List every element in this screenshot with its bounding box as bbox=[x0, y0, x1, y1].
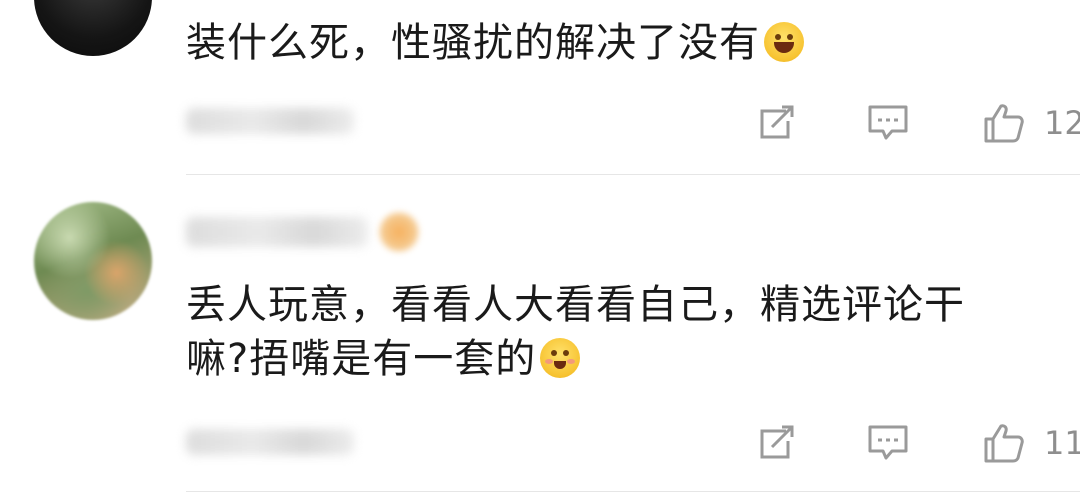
grinning-face-emoji bbox=[764, 22, 804, 62]
comment-timestamp-blurred bbox=[186, 108, 354, 134]
author-name-blurred bbox=[186, 217, 368, 247]
comment-timestamp-blurred bbox=[186, 429, 354, 455]
comment-actions: 12 bbox=[660, 103, 1080, 143]
comment-text: 装什么死，性骚扰的解决了没有 bbox=[186, 16, 804, 70]
comment-text-line2: 嘛?捂嘴是有一套的 bbox=[186, 336, 537, 382]
share-edit-icon[interactable] bbox=[754, 103, 798, 143]
comment-item: 丢人玩意，看看人大看看自己，精选评论干 嘛?捂嘴是有一套的 11 bbox=[0, 175, 1080, 499]
like-count: 11 bbox=[1044, 424, 1080, 462]
share-edit-icon[interactable] bbox=[754, 423, 798, 463]
comment-item: 装什么死，性骚扰的解决了没有 12 bbox=[0, 0, 1080, 175]
comment-text-body: 装什么死，性骚扰的解决了没有 bbox=[186, 20, 760, 66]
thumbs-up-icon[interactable] bbox=[982, 423, 1026, 463]
blushing-face-emoji bbox=[540, 338, 581, 378]
comment-text-line1: 丢人玩意，看看人大看看自己，精选评论干 bbox=[186, 282, 965, 328]
divider bbox=[186, 491, 1080, 492]
reply-comment-icon[interactable] bbox=[866, 423, 910, 463]
reply-comment-icon[interactable] bbox=[866, 103, 910, 143]
comment-text: 丢人玩意，看看人大看看自己，精选评论干 嘛?捂嘴是有一套的 bbox=[186, 278, 965, 386]
comment-actions: 11 bbox=[660, 423, 1080, 463]
like-count: 12 bbox=[1044, 104, 1080, 142]
avatar[interactable] bbox=[34, 202, 152, 320]
thumbs-up-icon[interactable] bbox=[982, 103, 1026, 143]
user-badge-icon bbox=[378, 211, 420, 253]
avatar[interactable] bbox=[34, 0, 152, 56]
